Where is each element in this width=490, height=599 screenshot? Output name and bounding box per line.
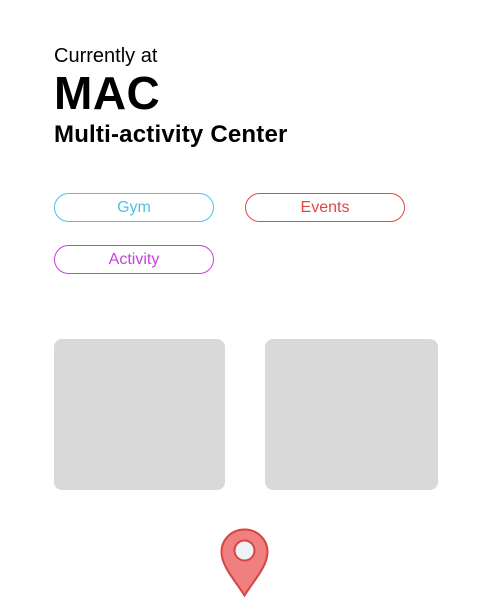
filter-chip-activity[interactable]: Activity xyxy=(54,245,214,274)
location-name: Multi-activity Center xyxy=(54,121,288,148)
filter-chip-gym[interactable]: Gym xyxy=(54,193,214,222)
map-pin-body xyxy=(220,528,269,598)
status-label: Currently at xyxy=(54,45,158,67)
content-card[interactable] xyxy=(265,339,438,490)
map-pin-dot xyxy=(233,539,256,562)
filter-chip-events[interactable]: Events xyxy=(245,193,405,222)
map-pin-icon[interactable] xyxy=(220,528,269,598)
location-code: MAC xyxy=(54,67,161,119)
content-card[interactable] xyxy=(54,339,225,490)
filter-chip-label: Gym xyxy=(117,198,151,216)
filter-chip-label: Events xyxy=(300,198,350,216)
filter-chip-label: Activity xyxy=(108,250,160,268)
location-header: Currently at MAC Multi-activity Center xyxy=(54,44,288,149)
